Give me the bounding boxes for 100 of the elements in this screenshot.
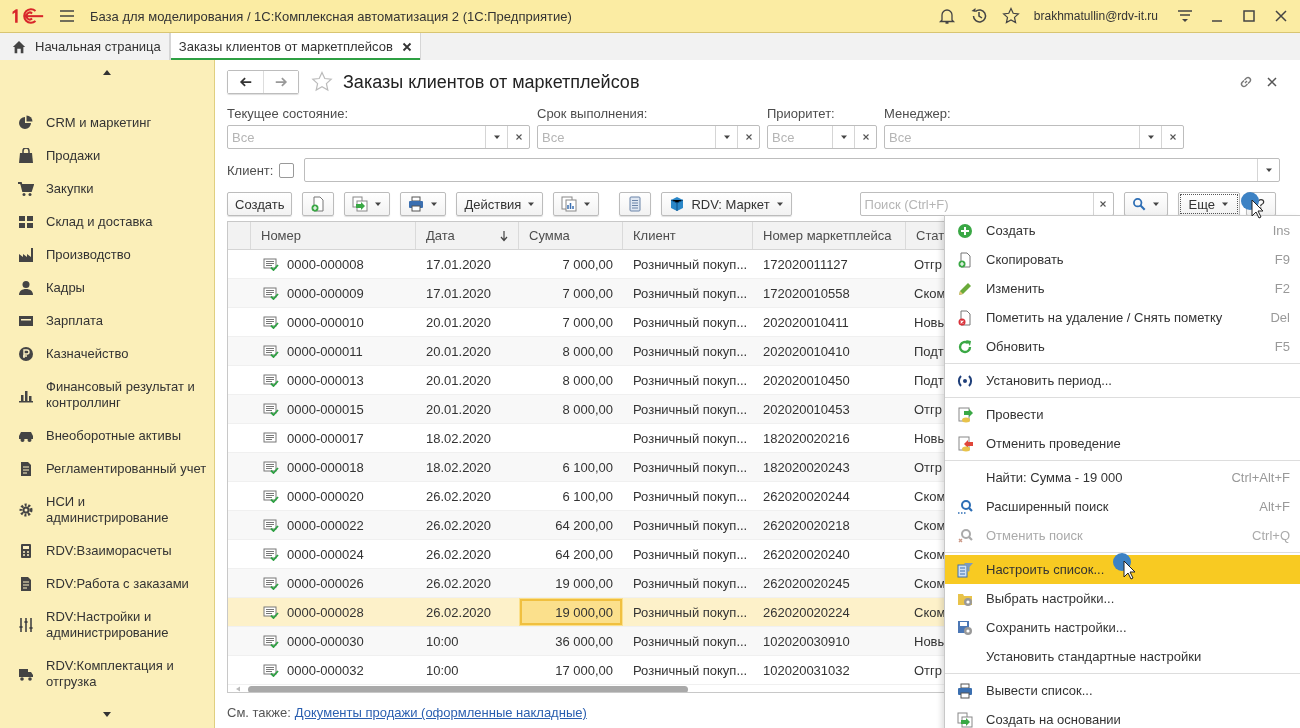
maximize-icon[interactable]: [1240, 7, 1258, 25]
menu-item-label: Найти: Сумма - 19 000: [986, 470, 1123, 485]
scroll-up-icon[interactable]: [102, 68, 112, 78]
caret-icon[interactable]: [492, 133, 501, 141]
close-icon[interactable]: [401, 41, 412, 52]
search-field[interactable]: Поиск (Ctrl+F): [859, 192, 1114, 216]
menu-item[interactable]: Установить период...: [945, 366, 1300, 395]
tab[interactable]: Заказы клиентов от маркетплейсов: [169, 33, 421, 60]
menu-item[interactable]: Создать Ins: [945, 216, 1300, 245]
caret-icon[interactable]: [722, 133, 731, 141]
pie-chart-icon: [18, 114, 34, 131]
more-button[interactable]: Еще: [1177, 192, 1240, 216]
table-cell: 0000-000013: [287, 372, 364, 388]
column-header[interactable]: Номер: [261, 228, 301, 243]
column-header[interactable]: Дата: [426, 228, 455, 243]
logo-icon: [10, 7, 44, 25]
back-button[interactable]: [228, 71, 263, 93]
table-cell-text: 18.02.2020: [425, 458, 493, 477]
bell-icon[interactable]: [937, 7, 956, 25]
filter-input[interactable]: Все: [768, 126, 832, 148]
link-icon[interactable]: [1238, 74, 1254, 90]
menu-item-label: Отменить поиск: [986, 528, 1083, 543]
create-button[interactable]: Создать: [227, 192, 293, 216]
table-cell-text: 8 000,00: [561, 371, 614, 390]
clear-icon[interactable]: [1099, 200, 1108, 208]
sidebar-item[interactable]: CRM и маркетинг: [46, 114, 208, 131]
sidebar-item[interactable]: RDV:Настройки и администрирование: [46, 608, 208, 641]
sidebar-item[interactable]: Склад и доставка: [46, 213, 208, 230]
printer-icon: [957, 682, 973, 699]
sidebar-item[interactable]: RDV:Взаиморасчеты: [46, 542, 208, 559]
options-icon[interactable]: [1176, 7, 1194, 25]
table-cell: 0000-000010: [287, 314, 364, 330]
column-header[interactable]: Сумма: [529, 228, 570, 243]
star-icon[interactable]: [311, 71, 333, 93]
history-icon[interactable]: [969, 7, 988, 25]
column-header[interactable]: Клиент: [633, 228, 676, 243]
table-cell-text: 202020010411: [762, 313, 850, 332]
document-icon: [18, 460, 34, 477]
sidebar-item[interactable]: RDV:Комплектация и отгрузка: [46, 657, 208, 690]
clear-icon[interactable]: [861, 133, 870, 141]
table-cell-text: Розничный покуп...: [632, 342, 749, 361]
sidebar-item[interactable]: Казначейство: [46, 345, 208, 362]
table-cell-text: 202020010453: [762, 400, 851, 419]
see-also-label: См. также:: [227, 705, 291, 720]
sidebar-item[interactable]: НСИ и администрирование: [46, 493, 208, 526]
scroll-down-icon[interactable]: [102, 709, 112, 719]
sidebar-item[interactable]: Кадры: [46, 279, 208, 296]
create-based-button[interactable]: [344, 192, 391, 216]
filter-input[interactable]: Все: [885, 126, 1139, 148]
table-cell: Отгр: [914, 256, 943, 272]
sidebar-item[interactable]: Внеоборотные активы: [46, 427, 208, 444]
sidebar-item[interactable]: Продажи: [46, 147, 208, 164]
menu-item[interactable]: Создать на основании: [945, 705, 1300, 728]
caret-icon: [374, 200, 383, 208]
reports-button[interactable]: [553, 192, 600, 216]
search-input[interactable]: Поиск (Ctrl+F): [860, 193, 1093, 215]
printer-icon: [408, 196, 425, 212]
filter-field[interactable]: Все: [884, 125, 1184, 149]
clear-icon[interactable]: [514, 133, 523, 141]
see-also-link[interactable]: Документы продажи (оформленные накладные): [294, 705, 587, 720]
table-cell-text: 17.01.2020: [425, 255, 493, 274]
table-cell-text: Розничный покуп...: [632, 284, 749, 303]
column-header[interactable]: Номер маркетплейса: [763, 228, 892, 243]
actions-button[interactable]: Действия: [456, 192, 544, 216]
star-icon[interactable]: [1001, 7, 1020, 25]
market-button[interactable]: RDV: Маркет: [661, 192, 792, 216]
print-button[interactable]: [400, 192, 447, 216]
client-checkbox[interactable]: [279, 162, 295, 178]
search-button[interactable]: [1123, 192, 1168, 216]
filter-field[interactable]: Все: [537, 125, 760, 149]
clear-icon[interactable]: [1168, 133, 1177, 141]
menu-item-label: Создать: [986, 223, 1036, 238]
table-cell-text: 6 100,00: [561, 487, 614, 506]
scrollbar-thumb[interactable]: [248, 685, 688, 692]
caret-icon[interactable]: [1264, 166, 1273, 174]
sidebar-item[interactable]: Финансовый результат и контроллинг: [46, 378, 208, 411]
menu-item[interactable]: Настроить список...: [945, 555, 1300, 584]
caret-icon: [775, 200, 784, 208]
column-header[interactable]: Стат: [916, 228, 945, 243]
caret-icon[interactable]: [839, 133, 848, 141]
user-email[interactable]: brakhmatullin@rdv-it.ru: [1033, 9, 1158, 23]
clear-icon[interactable]: [744, 133, 753, 141]
sidebar-item[interactable]: Зарплата: [46, 312, 208, 329]
table-cell-text: 102020031032: [762, 661, 851, 680]
filter-input[interactable]: Все: [228, 126, 485, 148]
copy-button[interactable]: [302, 192, 335, 216]
sidebar-item[interactable]: RDV:Работа с заказами: [46, 575, 208, 592]
table-cell: 0000-000011: [287, 343, 363, 359]
filter-field[interactable]: Все: [227, 125, 530, 149]
sidebar-item[interactable]: Закупки: [46, 180, 208, 197]
sidebar-item[interactable]: Производство: [46, 246, 208, 263]
menu-icon[interactable]: [58, 7, 76, 25]
filter-field[interactable]: Все: [767, 125, 877, 149]
table-cell-text: Розничный покуп...: [632, 255, 749, 274]
caret-icon[interactable]: [1146, 133, 1155, 141]
filter-input[interactable]: Все: [538, 126, 715, 148]
table-cell: 0000-000008: [287, 256, 364, 272]
shortcut: F2: [1274, 281, 1290, 296]
sidebar-item[interactable]: Регламентированный учет: [46, 460, 208, 477]
table-cell-text: 7 000,00: [561, 255, 614, 274]
